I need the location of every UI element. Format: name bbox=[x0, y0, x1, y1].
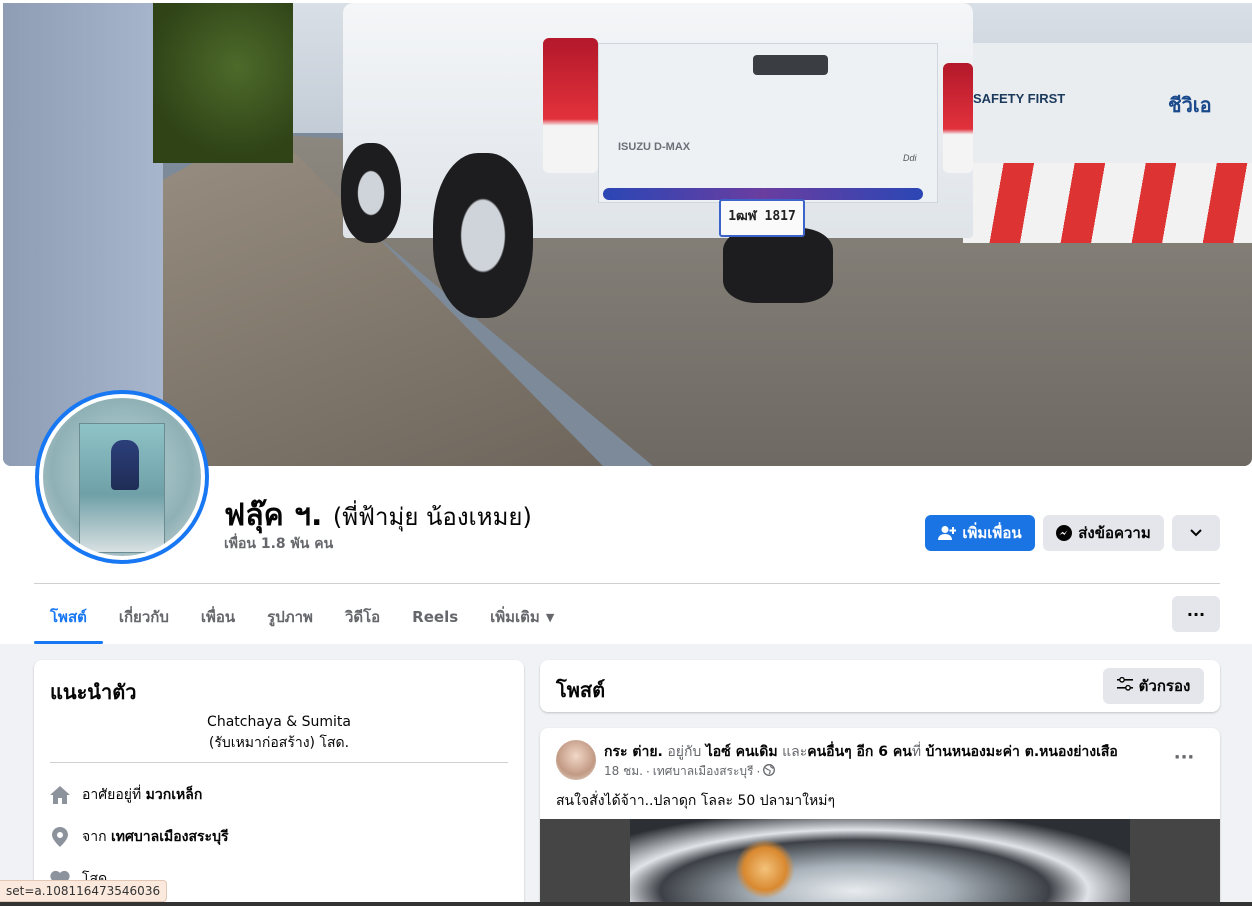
avatar-person bbox=[111, 440, 139, 490]
cover-taillight-left bbox=[543, 38, 598, 173]
add-friend-button[interactable]: เพิ่มเพื่อน bbox=[925, 515, 1035, 551]
cover-sign-safety: SAFETY FIRST bbox=[973, 91, 1066, 106]
post-at-text: ที่ bbox=[911, 744, 922, 760]
posts-title: โพสต์ bbox=[556, 678, 606, 702]
tab-friends[interactable]: เพื่อน bbox=[185, 590, 251, 644]
tab-label: เพิ่มเติม bbox=[490, 608, 540, 626]
tab-reels[interactable]: Reels bbox=[396, 590, 474, 644]
cover-tailgate-handle bbox=[753, 55, 828, 75]
tab-more[interactable]: เพิ่มเติม ▼ bbox=[474, 590, 570, 644]
tab-videos[interactable]: วิดีโอ bbox=[329, 590, 396, 644]
message-label: ส่งข้อความ bbox=[1078, 524, 1151, 542]
tab-label: โพสต์ bbox=[50, 608, 87, 626]
post-card: กระ ต่าย. อยู่กับ ไอซ์ คนเดิม และคนอื่นๆ… bbox=[540, 728, 1220, 906]
post-header-line: กระ ต่าย. อยู่กับ ไอซ์ คนเดิม และคนอื่นๆ… bbox=[604, 741, 1118, 763]
tab-label: Reels bbox=[412, 608, 459, 626]
profile-name-main: ฟลุ๊ค ฯ. bbox=[224, 498, 323, 533]
header-divider bbox=[34, 583, 1220, 584]
tab-photos[interactable]: รูปภาพ bbox=[251, 590, 329, 644]
post-image-content bbox=[630, 819, 1130, 906]
cover-wheel-right bbox=[723, 228, 833, 303]
filter-label: ตัวกรอง bbox=[1138, 677, 1191, 695]
profile-alternate-name: (พี่ฟ้ามุ่ย น้องเหมย) bbox=[332, 503, 532, 531]
intro-from: จาก เทศบาลเมืองสระบุรี bbox=[50, 826, 228, 848]
tabs-more-options-button[interactable]: ··· bbox=[1172, 596, 1220, 632]
post-author-link[interactable]: กระ ต่าย. bbox=[604, 744, 663, 760]
post-text: สนใจสั่งได้จ้าา..ปลาดุก โลละ 50 ปลามาใหม… bbox=[556, 793, 835, 809]
browser-status-url: set=a.108116473546036 bbox=[0, 880, 168, 902]
profile-avatar[interactable] bbox=[35, 390, 209, 564]
add-friend-icon bbox=[938, 525, 957, 541]
tab-posts[interactable]: โพสต์ bbox=[34, 590, 103, 644]
tab-label: เพื่อน bbox=[200, 608, 236, 626]
tab-label: วิดีโอ bbox=[344, 608, 381, 626]
location-pin-icon bbox=[50, 827, 70, 847]
posts-header-card: โพสต์ ตัวกรอง bbox=[540, 660, 1220, 712]
post-author-avatar[interactable] bbox=[556, 740, 596, 780]
from-value-link[interactable]: เทศบาลเมืองสระบุรี bbox=[111, 829, 228, 845]
cover-wheel-rear bbox=[433, 153, 533, 318]
intro-divider bbox=[50, 762, 508, 763]
post-options-button[interactable]: ··· bbox=[1166, 744, 1202, 770]
post-image-highlight bbox=[735, 839, 795, 899]
profile-more-dropdown-button[interactable] bbox=[1172, 515, 1220, 551]
avatar-image bbox=[43, 398, 201, 556]
globe-icon bbox=[763, 764, 776, 779]
more-horizontal-icon: ··· bbox=[1186, 604, 1206, 624]
window-bottom-edge bbox=[0, 902, 1252, 906]
filter-icon bbox=[1116, 676, 1133, 695]
filter-button[interactable]: ตัวกรอง bbox=[1103, 668, 1204, 704]
cover-photo[interactable]: SAFETY FIRST ชีวิเอ ISUZU D-MAX Ddi 1ฒฬ … bbox=[3, 3, 1252, 466]
post-time-link[interactable]: 18 ชม. bbox=[604, 762, 643, 781]
intro-bio: Chatchaya & Sumita (รับเหมาก่อสร้าง) โสด… bbox=[34, 712, 524, 754]
profile-tabs: โพสต์ เกี่ยวกับ เพื่อน รูปภาพ วิดีโอ Ree… bbox=[34, 590, 570, 644]
cover-license-plate: 1ฒฬ 1817 bbox=[719, 199, 805, 237]
cover-taillight-right bbox=[943, 63, 973, 173]
friends-count-link[interactable]: เพื่อน 1.8 พัน คน bbox=[224, 533, 333, 555]
post-and-text: และ bbox=[782, 744, 808, 760]
cover-sign-brand: ชีวิเอ bbox=[1168, 95, 1212, 117]
post-location-link[interactable]: เทศบาลเมืองสระบุรี bbox=[653, 762, 754, 781]
profile-name: ฟลุ๊ค ฯ. (พี่ฟ้ามุ่ย น้องเหมย) bbox=[224, 492, 532, 539]
post-meta: 18 ชม. · เทศบาลเมืองสระบุรี · bbox=[604, 762, 776, 781]
more-horizontal-icon: ··· bbox=[1173, 746, 1195, 768]
add-friend-label: เพิ่มเพื่อน bbox=[962, 524, 1022, 542]
post-image[interactable] bbox=[540, 819, 1220, 906]
caret-down-icon: ▼ bbox=[545, 610, 555, 624]
home-icon bbox=[50, 785, 70, 805]
post-place-link[interactable]: บ้านหนองมะค่า ต.หนองย่างเสือ bbox=[926, 744, 1118, 760]
post-tagged-link[interactable]: ไอซ์ คนเดิม bbox=[706, 744, 778, 760]
intro-lives-in: อาศัยอยู่ที่ มวกเหล็ก bbox=[50, 784, 202, 806]
meta-separator: · bbox=[645, 764, 650, 779]
cover-wheel-front bbox=[341, 143, 401, 243]
messenger-icon bbox=[1056, 525, 1073, 541]
tab-about[interactable]: เกี่ยวกับ bbox=[103, 590, 185, 644]
intro-bio-line: Chatchaya & Sumita bbox=[207, 714, 351, 730]
intro-card: แนะนำตัว Chatchaya & Sumita (รับเหมาก่อส… bbox=[34, 660, 524, 906]
tab-label: เกี่ยวกับ bbox=[118, 608, 169, 626]
lives-value-link[interactable]: มวกเหล็ก bbox=[146, 787, 203, 803]
post-others-link[interactable]: คนอื่นๆ อีก 6 คน bbox=[807, 744, 912, 760]
intro-bio-line: (รับเหมาก่อสร้าง) โสด. bbox=[208, 735, 350, 751]
tab-label: รูปภาพ bbox=[267, 608, 313, 626]
lives-prefix: อาศัยอยู่ที่ bbox=[82, 787, 142, 803]
cover-trees bbox=[153, 3, 293, 163]
cover-barrier bbox=[963, 163, 1252, 243]
chevron-down-icon bbox=[1190, 529, 1202, 537]
meta-separator: · bbox=[756, 764, 761, 779]
post-with-text: อยู่กับ bbox=[667, 744, 702, 760]
message-button[interactable]: ส่งข้อความ bbox=[1043, 515, 1164, 551]
cover-truck-badge: ISUZU D-MAX bbox=[618, 141, 691, 153]
from-prefix: จาก bbox=[82, 829, 107, 845]
intro-title: แนะนำตัว bbox=[50, 680, 137, 704]
cover-truck-badge-small: Ddi bbox=[903, 153, 917, 163]
